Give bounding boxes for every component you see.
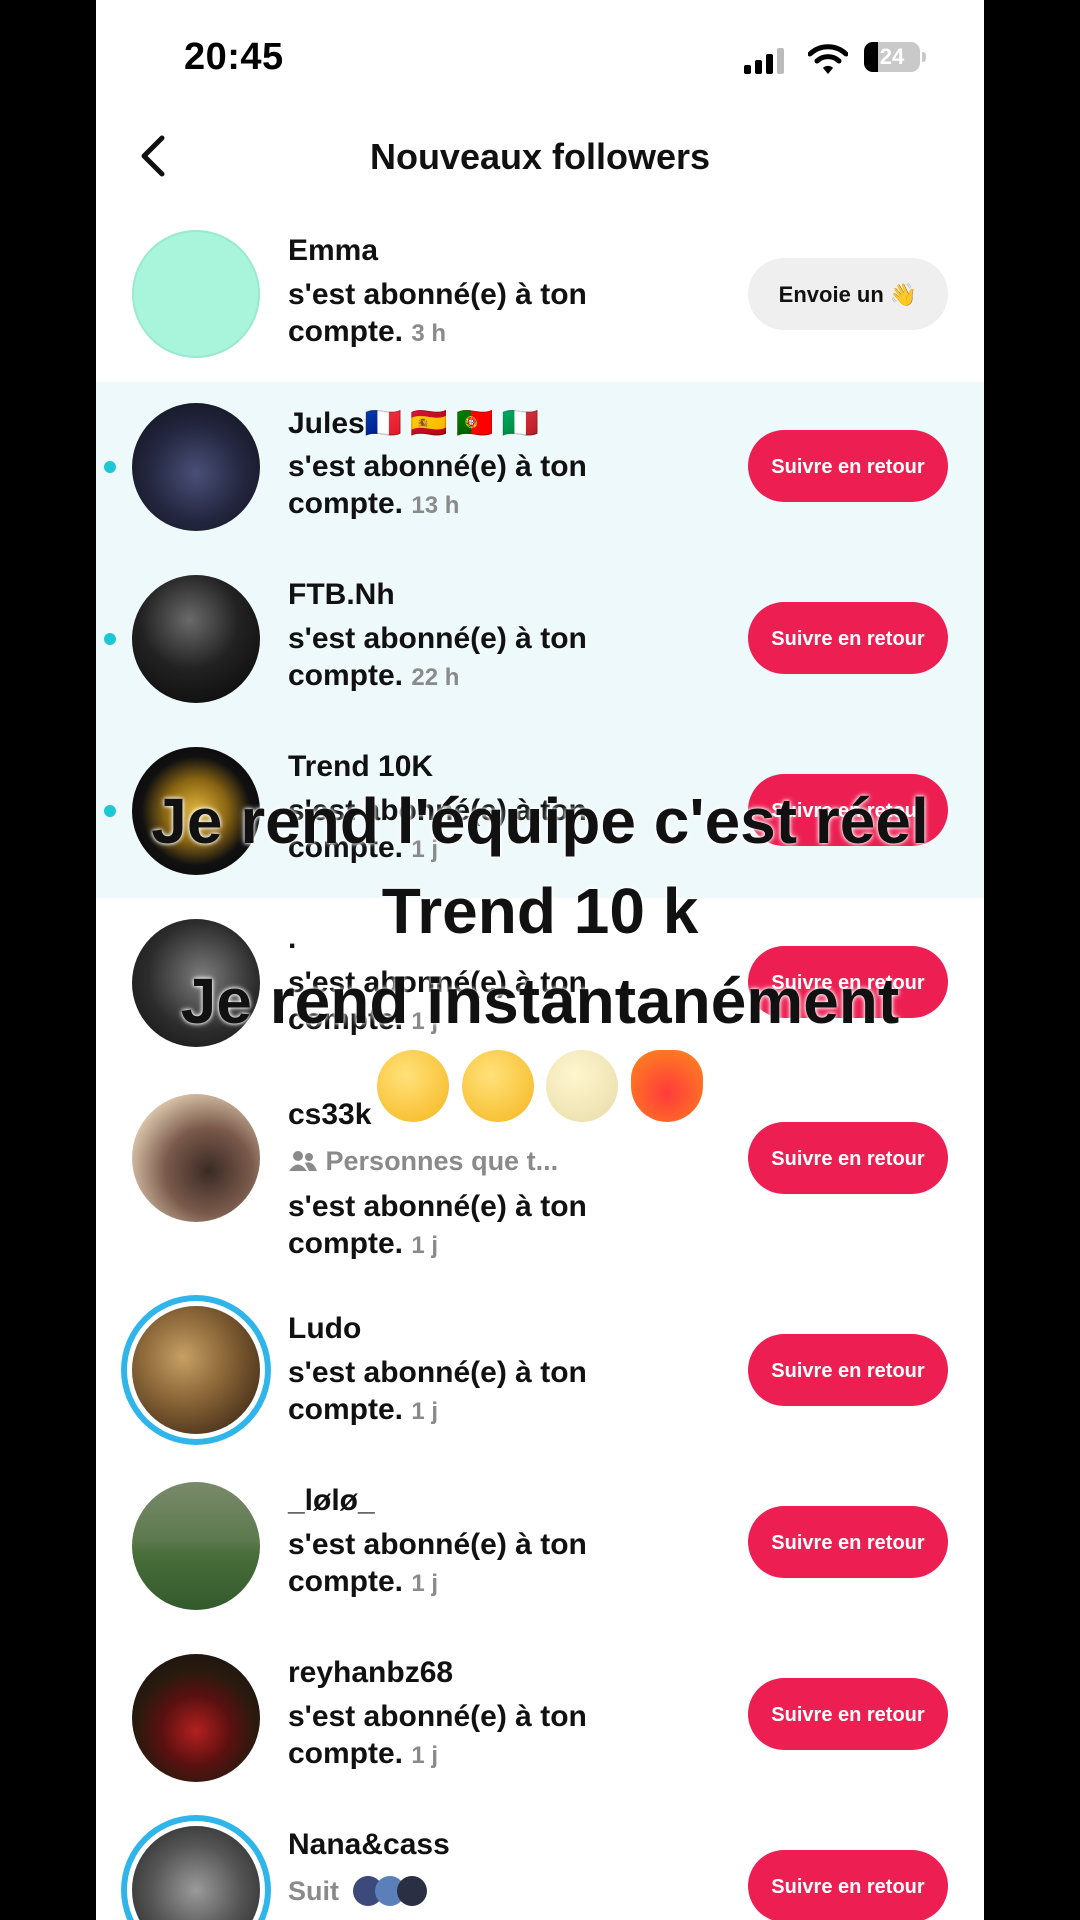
list-item[interactable]: Ludo s'est abonné(e) à ton compte. 1 j S… [96, 1284, 984, 1456]
list-item[interactable]: Nana&cass Suit Suivre en retour [96, 1800, 984, 1920]
people-icon [289, 1151, 317, 1171]
followed-by: Suit [288, 1876, 427, 1907]
grin-emoji [461, 1050, 534, 1122]
follower-name[interactable]: _lølø_ [288, 1484, 375, 1518]
follow-back-button[interactable]: Suivre en retour [748, 1850, 948, 1920]
battery-icon: 24 [864, 42, 926, 72]
timestamp: 1 j [411, 1398, 439, 1425]
mutual-connections-text: Personnes que t... [325, 1146, 559, 1176]
avatar[interactable] [132, 230, 260, 358]
follower-name[interactable]: Jules🇫🇷 🇪🇸 🇵🇹 🇮🇹 [288, 406, 539, 441]
avatar-story-ring[interactable] [132, 1826, 260, 1920]
status-bar: 20:45 24 [96, 0, 984, 120]
follower-name[interactable]: Trend 10K [288, 750, 433, 784]
follow-back-button[interactable]: Suivre en retour [748, 1122, 948, 1194]
follower-name[interactable]: Emma [288, 234, 378, 268]
follow-back-button[interactable]: Suivre en retour [748, 1334, 948, 1406]
unread-dot [104, 633, 116, 645]
status-time: 20:45 [184, 36, 284, 78]
header: Nouveaux followers [96, 120, 984, 196]
follow-message: s'est abonné(e) à ton compte. 1 j [288, 1526, 648, 1602]
follow-message: s'est abonné(e) à ton compte. 22 h [288, 620, 648, 696]
overlay-caption-line-2: Trend 10 k [381, 875, 699, 947]
timestamp: 13 h [411, 492, 460, 519]
avatar-story-ring[interactable] [132, 1306, 260, 1434]
follow-back-button[interactable]: Suivre en retour [748, 1678, 948, 1750]
follow-message: s'est abonné(e) à ton compte. 1 j [288, 1354, 648, 1430]
timestamp: 1 j [411, 1570, 439, 1597]
kiss-emoji [377, 1050, 450, 1122]
follow-message: s'est abonné(e) à ton compte. 13 h [288, 448, 648, 524]
battery-level: 24 [879, 44, 905, 69]
avatar[interactable] [132, 575, 260, 703]
followed-by-text: Suit [288, 1876, 339, 1906]
follow-back-button[interactable]: Suivre en retour [748, 1506, 948, 1578]
page-title: Nouveaux followers [369, 136, 711, 177]
avatar[interactable] [132, 1654, 260, 1782]
unread-dot [104, 461, 116, 473]
follow-message: s'est abonné(e) à ton compte. 1 j [288, 1698, 648, 1774]
follow-message: s'est abonné(e) à ton compte. 3 h [288, 276, 648, 352]
list-item[interactable]: Jules🇫🇷 🇪🇸 🇵🇹 🇮🇹 s'est abonné(e) à ton c… [96, 382, 984, 554]
mini-avatar [396, 1876, 427, 1906]
follower-name[interactable]: FTB.Nh [288, 578, 395, 612]
follower-name[interactable]: Nana&cass [288, 1828, 450, 1862]
timestamp: 3 h [411, 320, 447, 347]
wifi-icon [808, 44, 848, 74]
mutual-connections: Personnes que t... [288, 1146, 558, 1177]
heart-on-fire-emoji [630, 1050, 703, 1122]
overlay-caption-line-3: Je rend instantanément [180, 965, 900, 1037]
list-item[interactable]: reyhanbz68 s'est abonné(e) à ton compte.… [96, 1628, 984, 1800]
follower-name[interactable]: reyhanbz68 [288, 1656, 453, 1690]
follow-back-button[interactable]: Suivre en retour [748, 430, 948, 502]
wave-button[interactable]: Envoie un 👋 [748, 258, 948, 330]
mask-emoji [546, 1050, 619, 1122]
phone-screen: 20:45 24 Nouveaux followers Emma s'est a… [96, 0, 984, 1920]
timestamp: 22 h [411, 664, 460, 691]
timestamp: 1 j [411, 1232, 439, 1259]
follow-message: s'est abonné(e) à ton compte. 1 j [288, 1188, 648, 1264]
avatar[interactable] [132, 403, 260, 531]
timestamp: 1 j [411, 1742, 439, 1769]
list-item[interactable]: _lølø_ s'est abonné(e) à ton compte. 1 j… [96, 1456, 984, 1628]
follower-name[interactable]: Ludo [288, 1312, 361, 1346]
overlay-caption-line-1: Je rend l'équipe c'est réel [151, 785, 929, 857]
list-item[interactable]: Emma s'est abonné(e) à ton compte. 3 h E… [96, 210, 984, 382]
avatar[interactable] [132, 1482, 260, 1610]
list-item[interactable]: FTB.Nh s'est abonné(e) à ton compte. 22 … [96, 554, 984, 726]
follow-back-button[interactable]: Suivre en retour [748, 602, 948, 674]
overlay-emoji-row [96, 1050, 984, 1122]
cellular-signal-icon [744, 46, 788, 74]
